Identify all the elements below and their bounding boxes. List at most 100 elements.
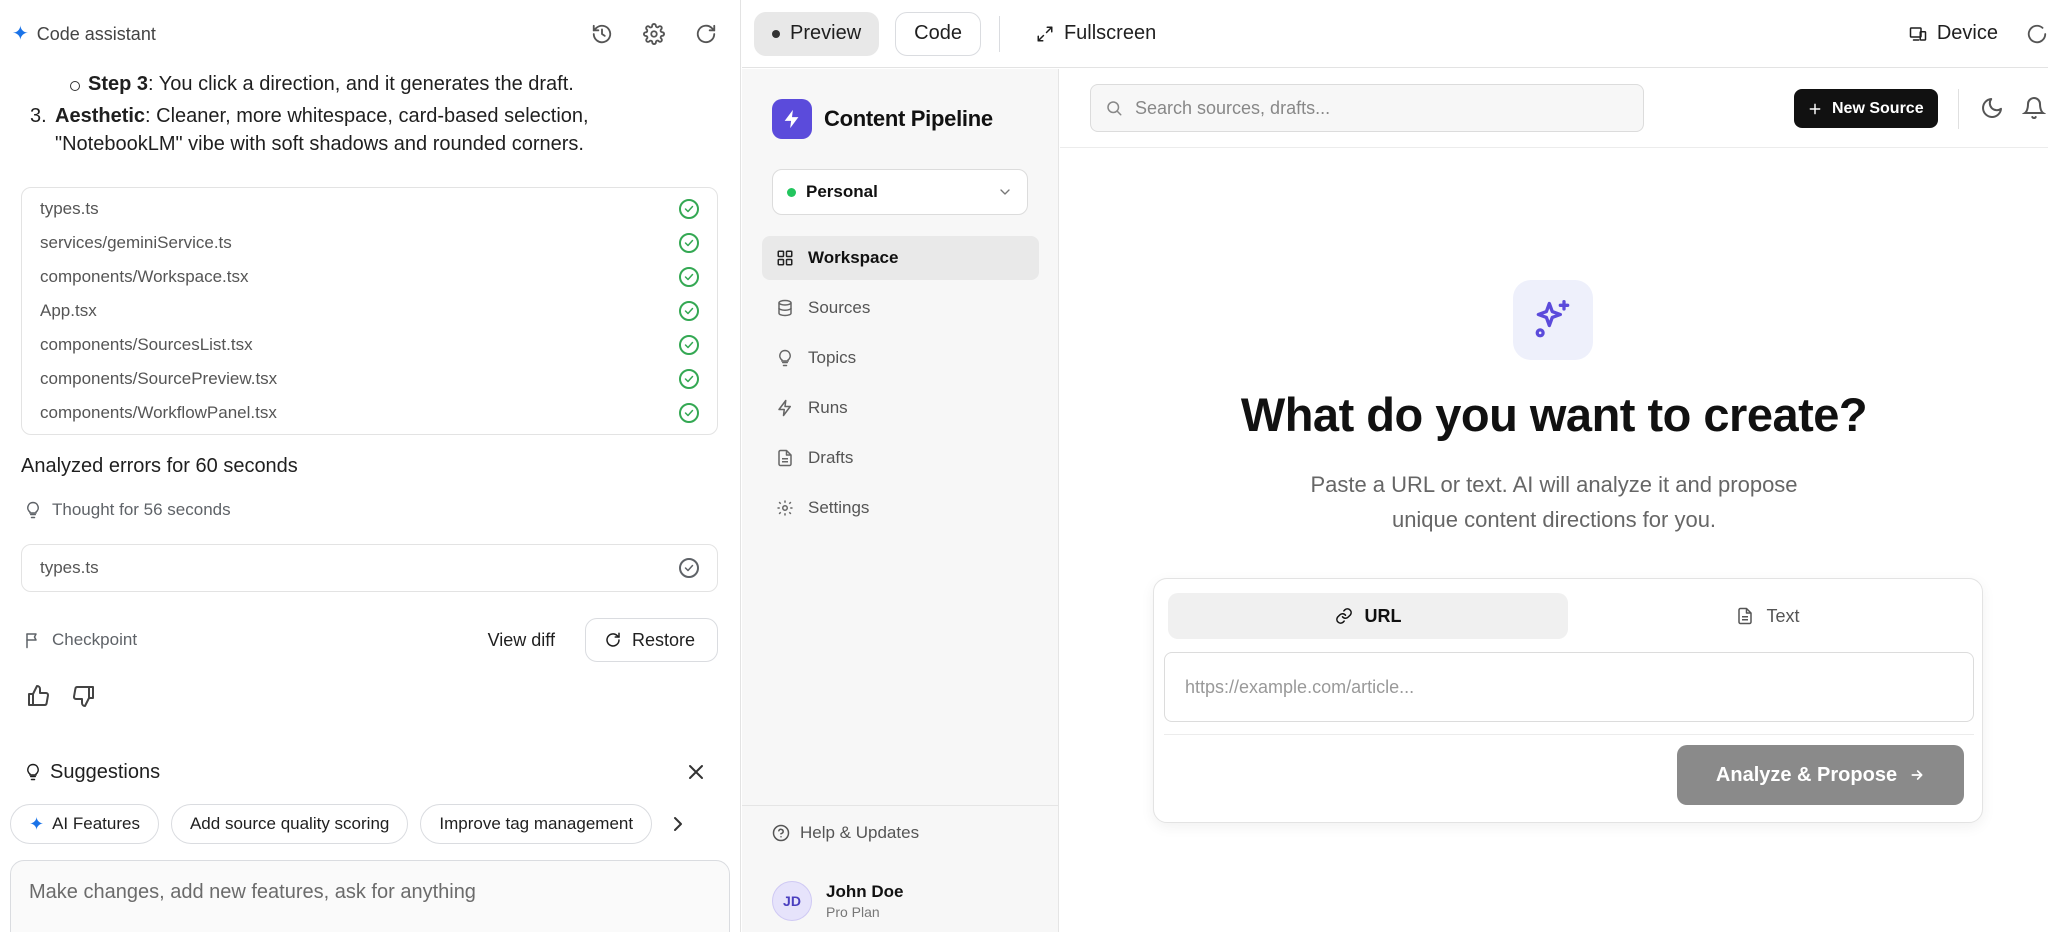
checkpoint-text: Checkpoint [52, 630, 138, 649]
code-tab[interactable]: Code [895, 11, 981, 56]
bell-icon[interactable] [2022, 96, 2046, 120]
avatar: JD [772, 881, 812, 921]
user-profile[interactable]: JD John Doe Pro Plan [772, 881, 903, 921]
expand-icon [1037, 26, 1053, 41]
input-card: URL Text https://example.com/article... … [1153, 578, 1983, 823]
sidebar-item-label: Topics [808, 348, 857, 367]
check-circle-icon [679, 335, 699, 355]
message-bullet-step3: Step 3: You click a direction, and it ge… [30, 70, 710, 98]
file-row[interactable]: App.tsx [22, 294, 717, 328]
refresh-icon[interactable] [693, 21, 719, 47]
help-link[interactable]: Help & Updates [772, 823, 919, 843]
rotate-icon[interactable] [2026, 23, 2048, 45]
file-row[interactable]: services/geminiService.ts [22, 226, 717, 260]
preview-toolbar: Preview Code Fullscreen Device [742, 0, 2048, 68]
check-circle-icon [679, 558, 699, 578]
moon-icon[interactable] [1980, 96, 2004, 120]
history-icon[interactable] [589, 21, 615, 47]
thumbs-down-icon[interactable] [72, 684, 96, 708]
sparkles-icon [1513, 280, 1593, 360]
divider [998, 15, 1000, 52]
help-label: Help & Updates [800, 823, 920, 842]
check-circle-icon [679, 301, 699, 321]
suggestion-chip-ai-features[interactable]: ✦ AI Features [10, 804, 159, 844]
search-placeholder: Search sources, drafts... [1135, 97, 1331, 118]
prompt-input[interactable]: Make changes, add new features, ask for … [10, 860, 730, 932]
close-icon[interactable] [684, 760, 708, 784]
workspace-name: Personal [806, 182, 878, 201]
file-name: services/geminiService.ts [40, 233, 232, 252]
new-source-button[interactable]: New Source [1794, 89, 1938, 128]
file-row[interactable]: types.ts [22, 545, 717, 591]
file-row[interactable]: types.ts [22, 192, 717, 226]
sidebar-item-topics[interactable]: Topics [762, 336, 1039, 380]
preview-tab[interactable]: Preview [754, 11, 880, 56]
restore-label: Restore [631, 629, 695, 650]
chat-header: ✦ Code assistant [0, 0, 741, 68]
tab-text-label: Text [1766, 605, 1800, 626]
file-row[interactable]: components/WorkflowPanel.tsx [22, 396, 717, 430]
tab-text[interactable]: Text [1568, 593, 1968, 639]
suggestion-chip[interactable]: Improve tag management [420, 804, 653, 844]
thought-status[interactable]: Thought for 56 seconds [24, 500, 231, 520]
code-label: Code [914, 22, 962, 44]
divider [1958, 89, 1959, 129]
chat-title-label: Code assistant [36, 23, 156, 44]
gear-icon[interactable] [641, 21, 667, 47]
plus-icon [1809, 103, 1821, 114]
chevron-right-icon[interactable] [666, 812, 690, 836]
chat-title: ✦ Code assistant [12, 24, 156, 45]
search-input[interactable]: Search sources, drafts... [1090, 84, 1644, 132]
checkpoint-label: Checkpoint [24, 630, 137, 650]
workspace-select[interactable]: Personal [772, 169, 1028, 215]
screen: ✦ Code assistant Step 3: You click a dir… [0, 0, 2048, 932]
bolt-icon [772, 99, 812, 139]
app-preview: Content Pipeline Personal Workspace Sour… [742, 69, 2048, 932]
sidebar-item-runs[interactable]: Runs [762, 386, 1039, 430]
sidebar-item-settings[interactable]: Settings [762, 486, 1039, 530]
changed-files-list-2: types.ts [21, 544, 718, 592]
sidebar-item-workspace[interactable]: Workspace [762, 236, 1039, 280]
file-name: types.ts [40, 558, 99, 577]
sidebar-nav: Workspace Sources Topics Runs Drafts Set… [762, 236, 1039, 536]
assistant-message: Step 3: You click a direction, and it ge… [30, 70, 710, 158]
app-logo: Content Pipeline [772, 99, 993, 139]
file-name: components/WorkflowPanel.tsx [40, 403, 277, 422]
device-button[interactable]: Device [1891, 12, 2016, 56]
app-main: Search sources, drafts... New Source Wha… [1060, 69, 2048, 932]
sidebar-item-sources[interactable]: Sources [762, 286, 1039, 330]
tab-url[interactable]: URL [1168, 593, 1568, 639]
status-dot [787, 187, 796, 197]
file-row[interactable]: components/SourcesList.tsx [22, 328, 717, 362]
thought-label: Thought for 56 seconds [52, 500, 231, 519]
step3-bold: Step 3 [88, 73, 149, 95]
tab-url-label: URL [1364, 605, 1402, 626]
analyze-label: Analyze & Propose [1715, 763, 1898, 786]
sidebar-item-label: Workspace [808, 248, 899, 267]
grid-icon [777, 250, 793, 266]
sparkle-icon: ✦ [12, 23, 29, 45]
document-icon [1738, 607, 1753, 625]
feedback-buttons [26, 684, 96, 708]
checkpoint-bar: Checkpoint View diff Restore [24, 618, 718, 662]
thumbs-up-icon[interactable] [26, 684, 50, 708]
check-circle-icon [679, 233, 699, 253]
chat-panel: ✦ Code assistant Step 3: You click a dir… [0, 0, 741, 932]
item-bold: Aesthetic [55, 105, 146, 127]
chip-label: AI Features [52, 814, 140, 833]
sidebar-item-drafts[interactable]: Drafts [762, 436, 1039, 480]
file-row[interactable]: components/Workspace.tsx [22, 260, 717, 294]
url-input[interactable]: https://example.com/article... [1164, 652, 1974, 722]
check-circle-icon [679, 369, 699, 389]
database-icon [778, 299, 792, 317]
restore-button[interactable]: Restore [584, 618, 718, 662]
analyze-propose-button[interactable]: Analyze & Propose [1677, 745, 1964, 805]
device-label: Device [1936, 22, 1998, 44]
view-diff-button[interactable]: View diff [488, 630, 555, 651]
preview-label: Preview [790, 22, 862, 44]
fullscreen-button[interactable]: Fullscreen [1018, 12, 1174, 56]
help-circle-icon [772, 824, 790, 842]
suggestion-chip[interactable]: Add source quality scoring [170, 804, 409, 844]
file-row[interactable]: components/SourcePreview.tsx [22, 362, 717, 396]
device-icon [1909, 26, 1927, 41]
